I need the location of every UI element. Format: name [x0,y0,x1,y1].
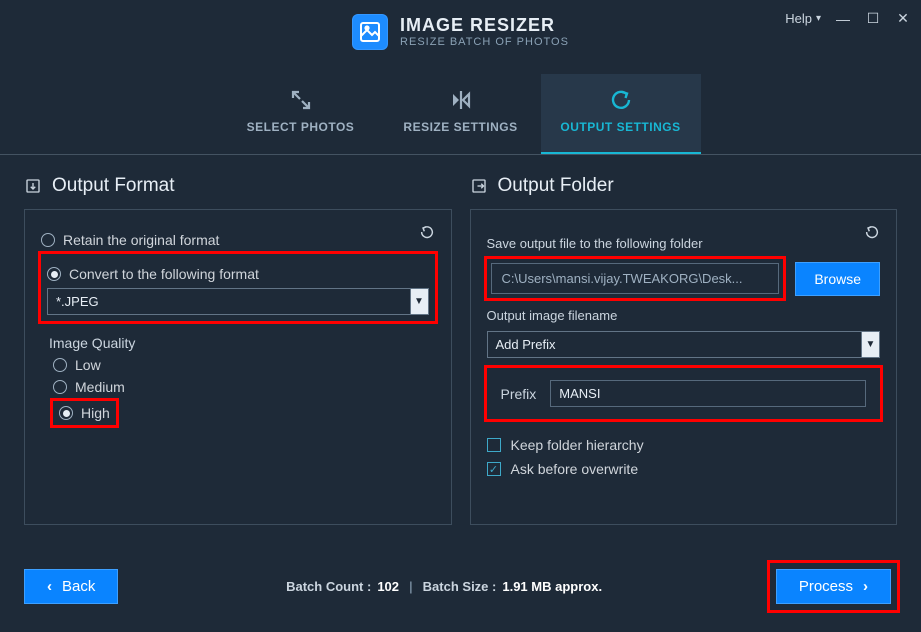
refresh-icon [609,88,633,112]
close-button[interactable]: ✕ [895,10,911,27]
app-icon [352,14,388,50]
mirror-icon [449,88,473,112]
minimize-button[interactable]: ― [835,11,851,27]
quality-low-radio[interactable]: Low [53,357,435,373]
quality-medium-radio[interactable]: Medium [53,379,435,395]
titlebar: IMAGE RESIZER RESIZE BATCH OF PHOTOS Hel… [0,0,921,64]
chevron-down-icon: ▾ [816,13,821,24]
image-quality-label: Image Quality [49,335,435,351]
tab-select-photos[interactable]: SELECT PHOTOS [221,74,381,154]
keep-hierarchy-checkbox[interactable]: Keep folder hierarchy [487,437,881,453]
convert-format-radio[interactable]: Convert to the following format [47,266,429,282]
reset-folder-button[interactable] [858,220,886,244]
chevron-down-icon: ▼ [411,288,429,315]
filename-label: Output image filename [487,308,881,323]
prefix-label: Prefix [501,386,537,402]
filename-mode-select[interactable]: Add Prefix ▼ [487,331,881,358]
tab-strip: SELECT PHOTOS RESIZE SETTINGS OUTPUT SET… [0,74,921,155]
format-select[interactable]: *.JPEG ▼ [47,288,429,315]
process-button[interactable]: Process › [776,569,891,604]
tab-output-settings[interactable]: OUTPUT SETTINGS [541,74,701,154]
output-folder-panel: Output Folder Save output file to the fo… [470,175,898,525]
output-format-heading: Output Format [52,175,175,197]
output-path-input[interactable]: C:\Users\mansi.vijay.TWEAKORG\Desk... [491,263,780,294]
app-subtitle: RESIZE BATCH OF PHOTOS [400,36,569,48]
batch-info: Batch Count : 102 | Batch Size : 1.91 MB… [286,579,602,594]
quality-high-radio[interactable]: High [59,405,110,421]
export-icon [24,177,42,195]
brand: IMAGE RESIZER RESIZE BATCH OF PHOTOS [352,14,569,50]
undo-icon [864,224,880,240]
browse-button[interactable]: Browse [795,262,880,296]
app-title: IMAGE RESIZER [400,16,569,36]
ask-overwrite-checkbox[interactable]: ✓ Ask before overwrite [487,461,881,477]
chevron-down-icon: ▼ [862,331,880,358]
maximize-button[interactable]: ☐ [865,10,881,27]
undo-icon [419,224,435,240]
tab-resize-settings[interactable]: RESIZE SETTINGS [381,74,541,154]
output-format-panel: Output Format Retain the original format… [24,175,452,525]
chevron-right-icon: › [863,578,868,595]
chevron-left-icon: ‹ [47,578,52,595]
reset-format-button[interactable] [413,220,441,244]
folder-out-icon [470,177,488,195]
retain-format-radio[interactable]: Retain the original format [41,232,435,248]
back-button[interactable]: ‹ Back [24,569,118,604]
save-folder-label: Save output file to the following folder [487,236,881,251]
prefix-input[interactable] [550,380,866,407]
expand-arrows-icon [289,88,313,112]
help-menu[interactable]: Help ▾ [785,11,821,26]
footer-bar: ‹ Back Batch Count : 102 | Batch Size : … [0,547,921,632]
output-folder-heading: Output Folder [498,175,614,197]
